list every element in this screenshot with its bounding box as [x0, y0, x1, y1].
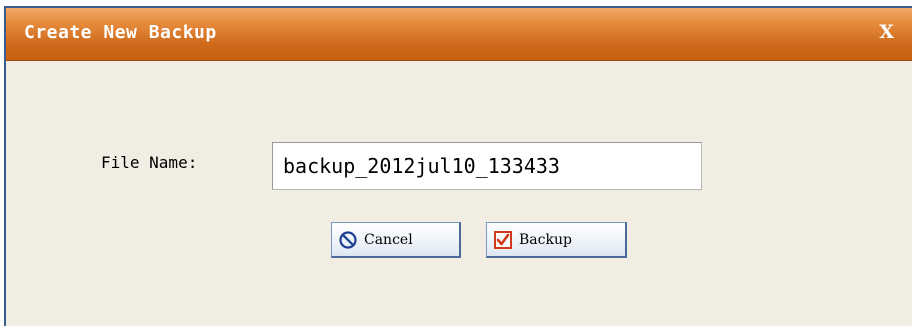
file-name-input[interactable]: [272, 142, 702, 190]
close-button[interactable]: X: [879, 21, 894, 43]
dialog-title: Create New Backup: [24, 22, 217, 43]
file-name-label: File Name:: [101, 153, 198, 172]
cancel-button[interactable]: Cancel: [331, 222, 461, 258]
create-backup-dialog: Create New Backup X File Name: Cancel Ba…: [4, 6, 912, 326]
backup-button[interactable]: Backup: [486, 222, 627, 258]
dialog-titlebar[interactable]: Create New Backup X: [6, 8, 912, 61]
backup-button-label: Backup: [519, 231, 572, 248]
cancel-button-label: Cancel: [364, 231, 413, 248]
checkbox-checked-icon: [493, 230, 513, 250]
no-entry-icon: [338, 230, 358, 250]
